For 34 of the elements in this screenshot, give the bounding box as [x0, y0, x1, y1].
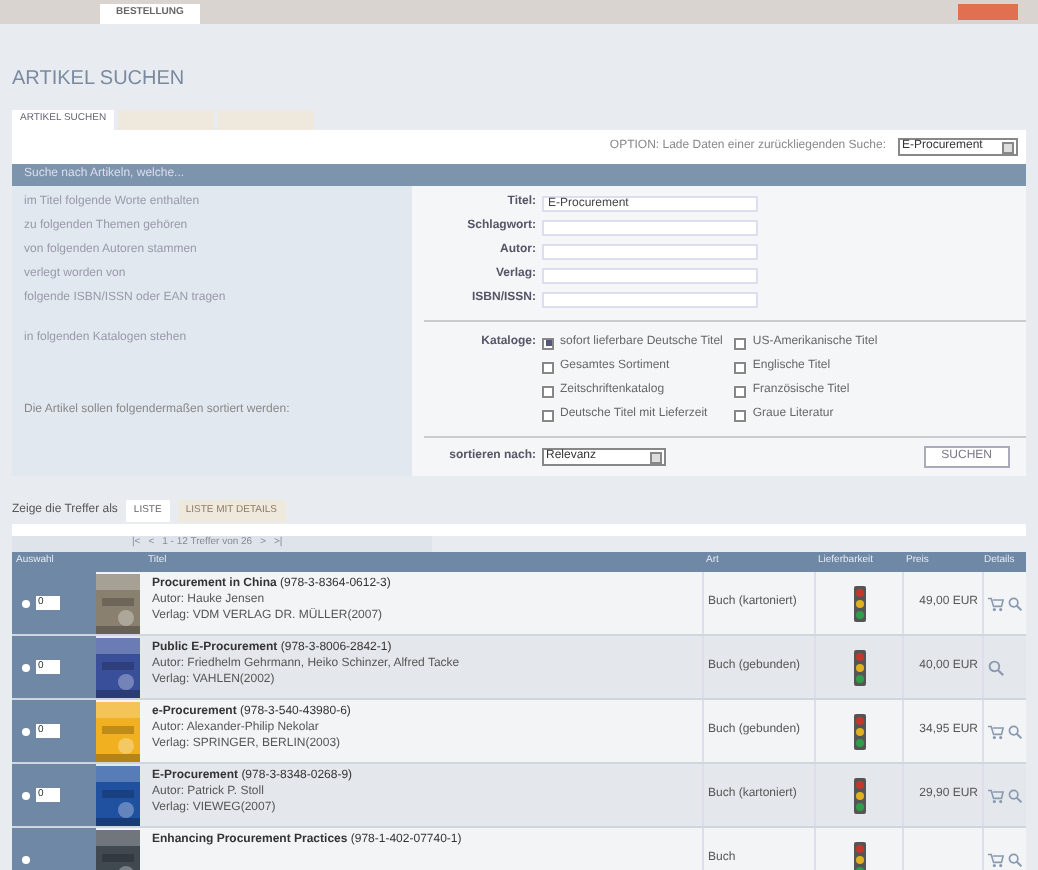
- checkbox[interactable]: [734, 409, 747, 421]
- caret-icon: [1002, 141, 1014, 153]
- traffic-light-icon: [853, 649, 865, 685]
- traffic-light-icon: [853, 841, 865, 870]
- cart-icon[interactable]: [988, 723, 1004, 739]
- page-heading: ARTIKEL SUCHEN: [12, 66, 187, 94]
- magnifier-icon[interactable]: [1007, 851, 1022, 867]
- caret-icon: [650, 451, 662, 463]
- input-field[interactable]: [542, 291, 758, 307]
- input-field[interactable]: [542, 267, 758, 283]
- magnifier-icon[interactable]: [988, 659, 1004, 675]
- input-field[interactable]: [542, 243, 758, 259]
- cart-icon[interactable]: [988, 595, 1004, 611]
- checkbox[interactable]: [542, 361, 554, 373]
- radio-button[interactable]: [22, 727, 30, 735]
- input-field[interactable]: [542, 219, 758, 235]
- traffic-light-icon: [853, 713, 865, 749]
- cart-icon[interactable]: [988, 851, 1004, 867]
- magnifier-icon[interactable]: [1007, 595, 1022, 611]
- magnifier-icon[interactable]: [1007, 787, 1022, 803]
- traffic-light-icon: [853, 585, 865, 621]
- checkbox[interactable]: [542, 385, 554, 397]
- checkbox[interactable]: [734, 385, 747, 397]
- checkbox[interactable]: [734, 337, 747, 349]
- magnifier-icon[interactable]: [1007, 723, 1022, 739]
- cart-icon[interactable]: [988, 787, 1004, 803]
- radio-button[interactable]: [22, 599, 30, 607]
- radio-button[interactable]: [22, 855, 30, 863]
- checkbox[interactable]: [542, 409, 554, 421]
- checkbox[interactable]: [542, 337, 554, 349]
- traffic-light-icon: [853, 777, 865, 813]
- radio-button[interactable]: [22, 791, 30, 799]
- checkbox[interactable]: [734, 361, 747, 373]
- radio-button[interactable]: [22, 663, 30, 671]
